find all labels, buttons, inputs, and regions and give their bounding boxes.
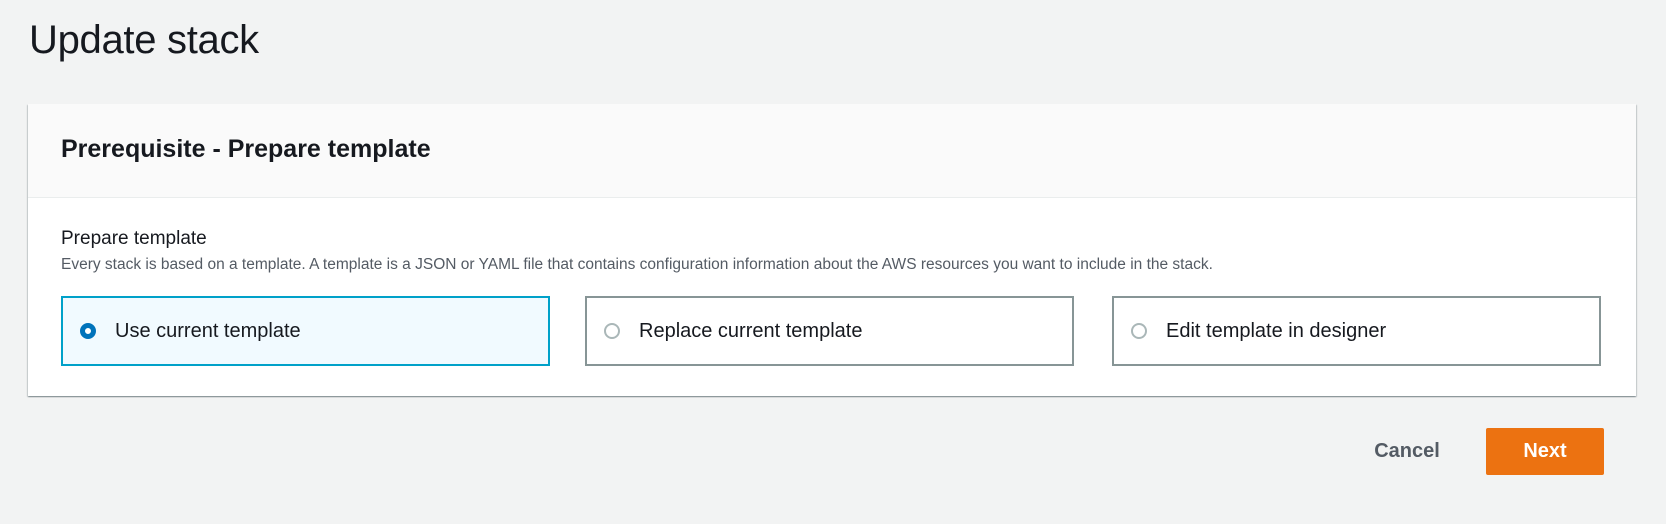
- page-title: Update stack: [29, 18, 259, 62]
- option-edit-template-in-designer[interactable]: Edit template in designer: [1112, 296, 1601, 366]
- radio-selected-icon[interactable]: [80, 323, 96, 339]
- panel-title: Prerequisite - Prepare template: [61, 135, 431, 163]
- option-label: Replace current template: [639, 319, 863, 342]
- option-label: Edit template in designer: [1166, 319, 1387, 342]
- radio-icon[interactable]: [604, 323, 620, 339]
- prepare-template-panel: Prerequisite - Prepare template Prepare …: [28, 104, 1636, 396]
- cancel-button[interactable]: Cancel: [1352, 428, 1462, 475]
- option-use-current-template[interactable]: Use current template: [61, 296, 550, 366]
- radio-icon[interactable]: [1131, 323, 1147, 339]
- field-description: Every stack is based on a template. A te…: [61, 256, 1213, 273]
- option-label: Use current template: [115, 319, 301, 342]
- next-button[interactable]: Next: [1486, 428, 1604, 475]
- field-label: Prepare template: [61, 228, 207, 249]
- option-replace-current-template[interactable]: Replace current template: [585, 296, 1074, 366]
- panel-header: Prerequisite - Prepare template: [28, 104, 1636, 198]
